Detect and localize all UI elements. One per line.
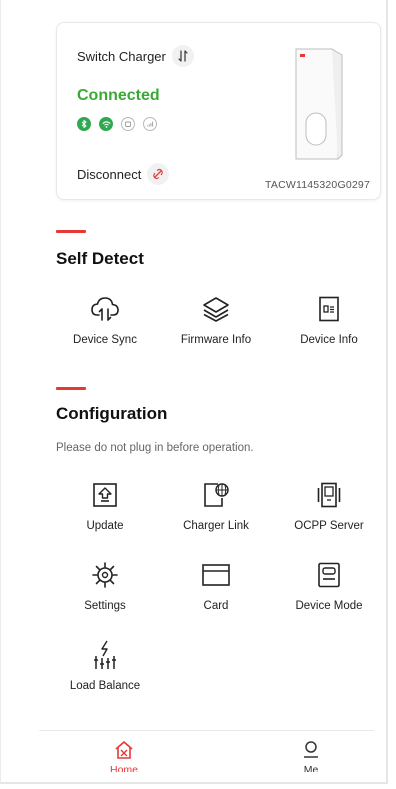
bottom-nav: Home Me	[1, 0, 396, 772]
nav-home-label: Home	[109, 764, 138, 772]
home-icon	[115, 741, 133, 759]
nav-me[interactable]: Me	[271, 740, 351, 772]
nav-me-label: Me	[303, 764, 319, 772]
user-icon	[304, 741, 318, 758]
nav-home[interactable]: Home	[84, 740, 164, 772]
app-frame: Switch Charger Connected Disconnect TACW…	[0, 0, 388, 784]
